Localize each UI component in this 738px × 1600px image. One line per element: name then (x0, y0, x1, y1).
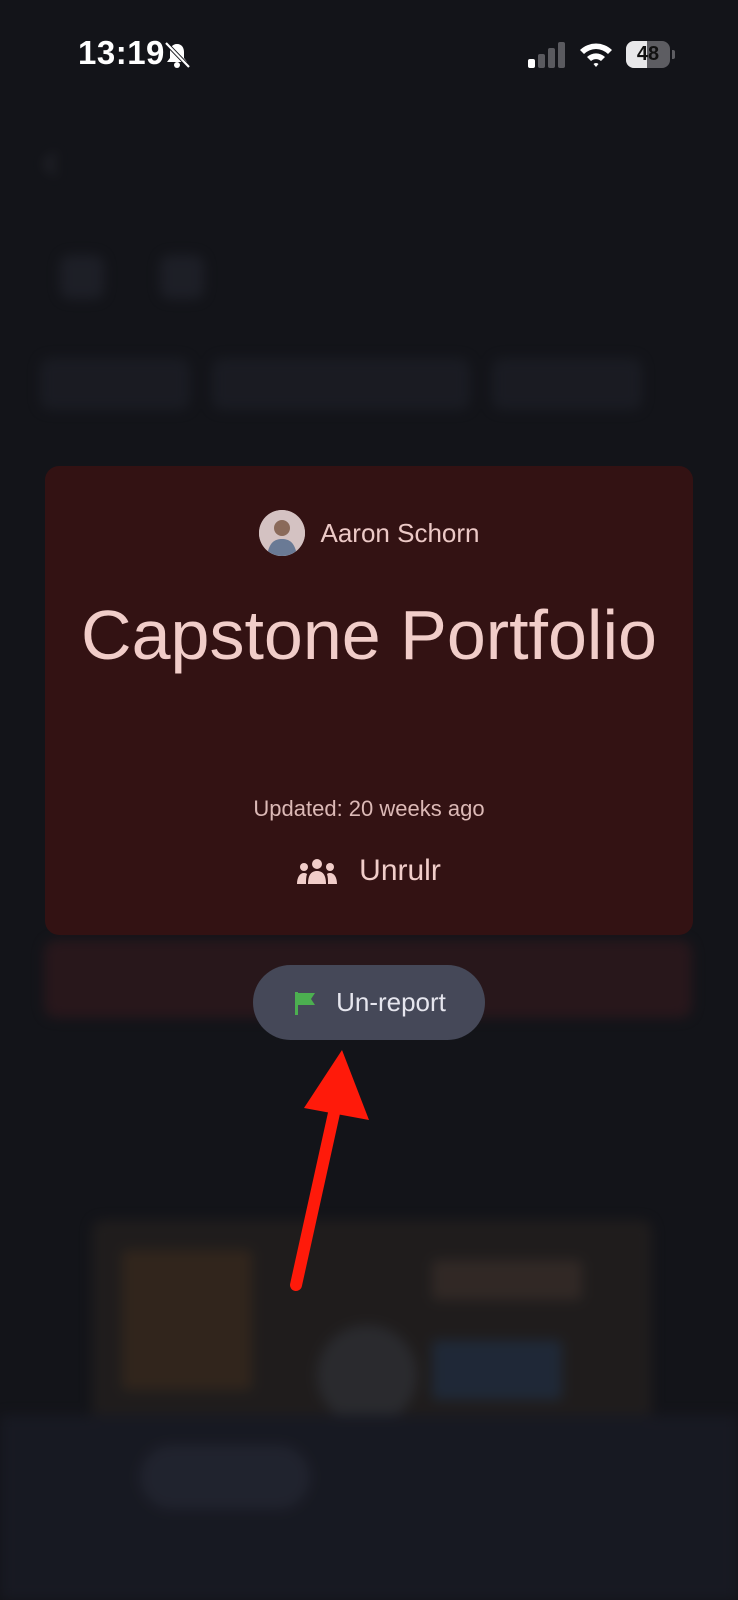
app-screen: 13:19 48 Aaron Schorn Capstone Portfolio… (0, 0, 738, 1600)
background-chip (40, 358, 190, 410)
author-name: Aaron Schorn (320, 517, 480, 548)
updated-timestamp: Updated: 20 weeks ago (253, 796, 485, 821)
author-row: Aaron Schorn (45, 510, 693, 556)
battery-level: 48 (636, 43, 660, 65)
status-time: 13:19 (78, 34, 165, 71)
portfolio-card[interactable]: Aaron Schorn Capstone Portfolio Updated:… (45, 466, 693, 935)
unreport-label: Un-report (336, 987, 446, 1017)
portfolio-title: Capstone Portfolio (81, 596, 657, 674)
group-row: Unrulr (45, 854, 693, 888)
unreport-button[interactable]: Un-report (253, 965, 485, 1040)
avatar (258, 510, 305, 556)
back-arrow-icon (43, 152, 58, 176)
group-icon (297, 859, 338, 884)
play-icon (317, 1325, 417, 1425)
background-chip (492, 358, 642, 410)
annotation-arrow (290, 1050, 369, 1291)
share-icon (60, 255, 104, 299)
battery-icon: 48 (626, 41, 675, 68)
background-chip (212, 358, 470, 410)
status-bar: 13:19 48 (0, 0, 738, 110)
background-bottom-nav (0, 1415, 738, 1600)
flag-icon (295, 991, 316, 1015)
bell-slash-icon (164, 41, 191, 69)
menu-icon (160, 255, 204, 299)
group-name: Unrulr (359, 854, 441, 887)
cellular-signal-icon (528, 42, 565, 68)
wifi-icon (580, 43, 612, 67)
